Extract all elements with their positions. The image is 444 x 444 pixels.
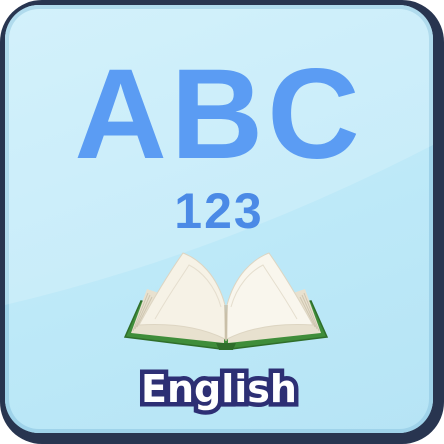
english-app-icon[interactable]: ABC 123 English [0, 0, 444, 444]
headline-letters: ABC [74, 43, 364, 186]
open-book-icon [123, 252, 329, 350]
icon-tile: ABC 123 English [5, 5, 433, 433]
app-label: English [137, 363, 302, 416]
headline-numbers: 123 [174, 183, 264, 239]
